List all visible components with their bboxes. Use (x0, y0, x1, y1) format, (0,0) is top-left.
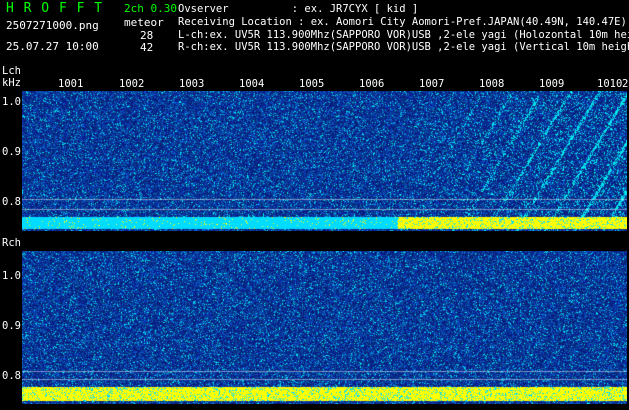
time-tick-1005: 1005 (299, 78, 325, 90)
time-tick-1002: 1002 (119, 78, 145, 90)
rch-spectrogram (22, 251, 627, 404)
time-tick-1007: 1007 (419, 78, 445, 90)
lch-ytick-2: 0.9 (2, 146, 21, 158)
rch-config-line: R-ch:ex. UV5R 113.900Mhz(SAPPORO VOR)USB… (178, 41, 629, 53)
rch-waterfall (22, 251, 627, 404)
lch-waterfall (22, 91, 627, 231)
rch-label: Rch (2, 237, 21, 249)
location-line: Receiving Location : ex. Aomori City Aom… (178, 16, 627, 28)
version-label: 2ch 0.30 (124, 2, 177, 15)
meteor-count-l: 28 (140, 29, 154, 42)
rch-ytick-1: 1.0 (2, 270, 21, 282)
rch-ytick-2: 0.9 (2, 320, 21, 332)
lch-unit: kHz (2, 77, 21, 89)
time-tick-1008: 1008 (479, 78, 505, 90)
lch-config-line: L-ch:ex. UV5R 113.900Mhz(SAPPORO VOR)USB… (178, 29, 629, 41)
time-tick-1009: 1009 (539, 78, 565, 90)
app-title: H R O F F T (6, 1, 104, 16)
time-tick-1004: 1004 (239, 78, 265, 90)
file-name: 2507271000.png (6, 19, 99, 32)
lch-ytick-1: 1.0 (2, 96, 21, 108)
time-tick-1006: 1006 (359, 78, 385, 90)
timestamp: 25.07.27 10:00 (6, 40, 99, 53)
time-tick-1010: 1010 (597, 78, 623, 90)
time-edge-mark: 2 (622, 78, 629, 90)
lch-ytick-3: 0.8 (2, 196, 21, 208)
lch-label: Lch (2, 65, 21, 77)
time-tick-1003: 1003 (179, 78, 205, 90)
observer-line: Ovserver : ex. JR7CYX [ kid ] (178, 3, 419, 15)
rch-ytick-3: 0.8 (2, 370, 21, 382)
meteor-label: meteor (124, 16, 164, 29)
meteor-count-r: 42 (140, 41, 154, 54)
time-tick-1001: 1001 (58, 78, 84, 90)
lch-spectrogram (22, 91, 627, 231)
